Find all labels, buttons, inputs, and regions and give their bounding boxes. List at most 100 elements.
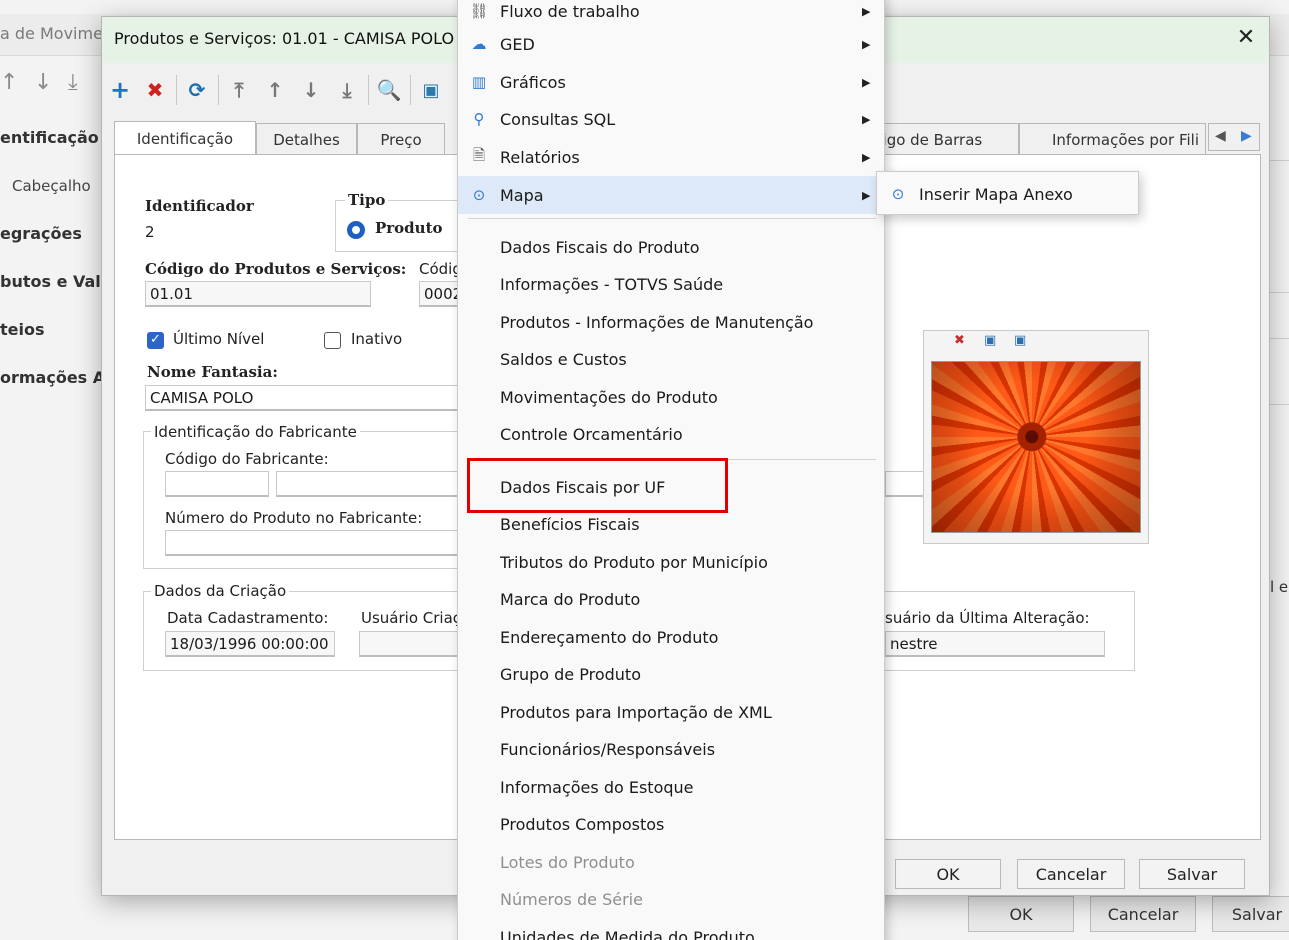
menu-item-fluxo-trabalho[interactable]: ⛓ Fluxo de trabalho ▶: [458, 0, 884, 29]
bg-window-title: a de Movimen: [0, 24, 114, 43]
menu-item-relatorios[interactable]: 🗎 Relatórios ▶: [458, 139, 884, 175]
tab-preco[interactable]: Preço: [357, 123, 445, 155]
delete-image-icon[interactable]: ✖: [954, 333, 965, 348]
toolbar-separator: [176, 75, 177, 105]
menu-item-manutencao[interactable]: Produtos - Informações de Manutenção: [458, 304, 884, 340]
bg-nav-tributos[interactable]: butos e Valo: [0, 272, 112, 291]
menu-separator: [468, 218, 876, 219]
bg-cancel-button[interactable]: Cancelar: [1090, 896, 1196, 932]
menu-item-grupo-produto[interactable]: Grupo de Produto: [458, 656, 884, 692]
inativo-checkbox[interactable]: [324, 332, 341, 349]
tab-scroll-right-icon[interactable]: ▶: [1241, 128, 1252, 144]
divider: [1270, 404, 1289, 405]
tab-detalhes[interactable]: Detalhes: [256, 123, 357, 155]
sql-search-icon[interactable]: 🔍: [374, 75, 404, 105]
chevron-right-icon: ▶: [862, 75, 871, 89]
add-icon[interactable]: +: [105, 75, 135, 105]
bg-right-strip: [1268, 108, 1289, 888]
arrow-last-icon[interactable]: ⤓: [68, 70, 78, 95]
menu-item-label: Gráficos: [500, 72, 566, 92]
bg-nav-cabecalho[interactable]: Cabeçalho: [12, 177, 91, 195]
menu-item-funcionarios[interactable]: Funcionários/Responsáveis: [458, 731, 884, 767]
submenu-item-inserir-mapa[interactable]: ⊙ Inserir Mapa Anexo: [877, 176, 1138, 212]
toolbar-separator: [410, 75, 411, 105]
tab-identificacao[interactable]: Identificação: [114, 121, 256, 155]
bg-save-button[interactable]: Salvar: [1212, 896, 1289, 932]
arrow-down-icon[interactable]: ↓: [34, 70, 52, 95]
menu-item-ged[interactable]: ☁ GED ▶: [458, 26, 884, 62]
map-pin-icon: ⊙: [472, 186, 486, 204]
menu-item-informacoes-estoque[interactable]: Informações do Estoque: [458, 769, 884, 805]
search-icon: ⚲: [473, 110, 485, 128]
bg-right-text: l e: [1270, 578, 1289, 596]
load-image-icon[interactable]: ▣: [984, 333, 996, 348]
usuario-alteracao-field[interactable]: nestre: [885, 631, 1105, 657]
close-icon[interactable]: ✕: [1234, 27, 1258, 51]
menu-item-label: Movimentações do Produto: [500, 387, 718, 407]
arrow-up-icon[interactable]: ↑: [0, 70, 18, 95]
tab-codigo-barras[interactable]: digo de Barras: [862, 123, 1019, 155]
data-cadastro-field[interactable]: 18/03/1996 00:00:00: [165, 631, 335, 657]
menu-item-importacao-xml[interactable]: Produtos para Importação de XML: [458, 694, 884, 730]
menu-item-label: Dados Fiscais do Produto: [500, 237, 700, 257]
codigo-fabricante-field[interactable]: [165, 471, 269, 497]
menu-item-consultas-sql[interactable]: ⚲ Consultas SQL ▶: [458, 101, 884, 137]
codigo-fabricante-desc-field[interactable]: [276, 471, 459, 497]
refresh-icon[interactable]: ⟳: [182, 75, 212, 105]
tab-scroll-left-icon[interactable]: ◀: [1215, 128, 1226, 144]
menu-item-label: Marca do Produto: [500, 589, 641, 609]
cancel-button[interactable]: Cancelar: [1017, 859, 1125, 889]
menu-item-controle-orcamentario[interactable]: Controle Orcamentário: [458, 416, 884, 452]
menu-item-movimentacoes[interactable]: Movimentações do Produto: [458, 379, 884, 415]
menu-item-label: Mapa: [500, 185, 544, 205]
menu-item-graficos[interactable]: ▥ Gráficos ▶: [458, 64, 884, 100]
bg-ok-button[interactable]: OK: [968, 896, 1074, 932]
nome-fantasia-label: Nome Fantasia:: [147, 363, 278, 381]
codigo2-field[interactable]: 0002: [419, 281, 459, 307]
menu-item-tributos-municipio[interactable]: Tributos do Produto por Município: [458, 544, 884, 580]
menu-item-label: Benefícios Fiscais: [500, 514, 640, 534]
menu-item-enderecamento[interactable]: Endereçamento do Produto: [458, 619, 884, 655]
inativo-label: Inativo: [351, 330, 403, 348]
menu-item-label: Funcionários/Responsáveis: [500, 739, 716, 759]
last-record-icon[interactable]: ⤓: [332, 75, 362, 105]
menu-item-saldos-custos[interactable]: Saldos e Custos: [458, 341, 884, 377]
map-submenu: ⊙ Inserir Mapa Anexo: [876, 171, 1139, 215]
delete-icon[interactable]: ✖: [140, 75, 170, 105]
codigo-field[interactable]: 01.01: [145, 281, 371, 307]
menu-item-label: GED: [500, 34, 535, 54]
first-record-icon[interactable]: ⤒: [224, 75, 254, 105]
bg-nav-integracoes[interactable]: egrações: [0, 224, 82, 243]
previous-record-icon[interactable]: ↑: [260, 75, 290, 105]
next-record-icon[interactable]: ↓: [296, 75, 326, 105]
dialog-toolbar: + ✖ ⟳ ⤒ ↑ ↓ ⤓ 🔍 ▣: [102, 69, 462, 109]
divider: [1270, 338, 1289, 339]
menu-item-marca-produto[interactable]: Marca do Produto: [458, 581, 884, 617]
tab-scroll: ◀ ▶: [1208, 123, 1260, 151]
bg-nav-identificacao[interactable]: entificação: [0, 128, 99, 147]
tipo-radio[interactable]: [347, 221, 365, 239]
tab-informacoes-filial[interactable]: Informações por Fili: [1019, 123, 1206, 155]
ok-button[interactable]: OK: [895, 859, 1001, 889]
menu-item-totvs-saude[interactable]: Informações - TOTVS Saúde: [458, 266, 884, 302]
menu-item-dados-fiscais-produto[interactable]: Dados Fiscais do Produto: [458, 229, 884, 265]
process-icon[interactable]: ▣: [416, 75, 446, 105]
usuario-criacao-field[interactable]: [359, 631, 459, 657]
save-button[interactable]: Salvar: [1139, 859, 1245, 889]
chevron-right-icon: ▶: [862, 112, 871, 126]
chevron-right-icon: ▶: [862, 4, 871, 18]
ged-icon: ☁: [471, 35, 487, 53]
menu-item-produtos-compostos[interactable]: Produtos Compostos: [458, 806, 884, 842]
save-image-icon[interactable]: ▣: [1014, 333, 1026, 348]
numero-produto-field[interactable]: [165, 530, 459, 556]
menu-item-label: Produtos - Informações de Manutenção: [500, 312, 814, 332]
bg-toolbar: ↑ ↓ ⤓: [0, 62, 100, 108]
nome-fantasia-field[interactable]: CAMISA POLO: [145, 385, 459, 411]
bg-nav-rateios[interactable]: teios: [0, 320, 45, 339]
bg-nav-informacoes[interactable]: ormações Ad: [0, 368, 117, 387]
menu-item-unidades-medida[interactable]: Unidades de Medida do Produto: [458, 919, 884, 940]
identificador-label: Identificador: [145, 197, 254, 215]
menu-item-mapa[interactable]: ⊙ Mapa ▶: [458, 176, 884, 214]
ultimo-nivel-checkbox[interactable]: ✓: [147, 332, 164, 349]
divider: [1270, 292, 1289, 293]
